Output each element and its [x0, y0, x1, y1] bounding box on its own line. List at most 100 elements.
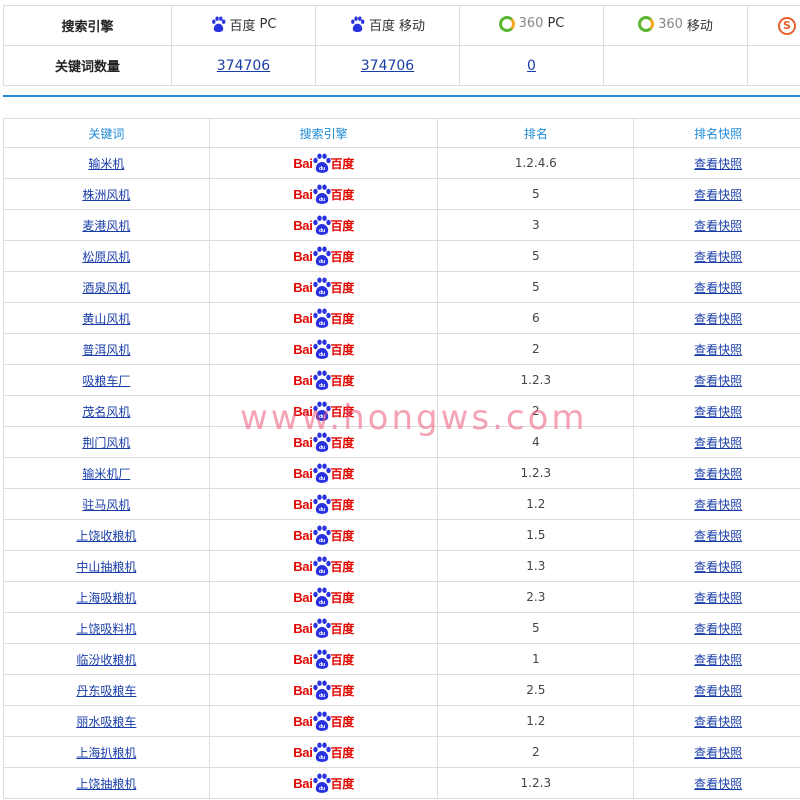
- snapshot-cell: 查看快照: [633, 581, 800, 613]
- keyword-link[interactable]: 普洱风机: [82, 343, 130, 357]
- table-row: 输米机 Bai du 百度 1.2.4.6 查看快照: [3, 147, 800, 179]
- view-snapshot-link[interactable]: 查看快照: [694, 777, 742, 791]
- snapshot-cell: 查看快照: [633, 333, 800, 365]
- keyword-link[interactable]: 输米机厂: [82, 467, 130, 481]
- table-row: 输米机厂 Bai du 百度 1.2.3 查看快照: [3, 457, 800, 489]
- rank-cell: 4: [437, 426, 635, 458]
- count-link[interactable]: 374706: [217, 58, 270, 74]
- engine-cell: Bai du 百度: [208, 426, 439, 458]
- baidu-logo-latin: Bai: [293, 713, 313, 729]
- baidu-paw-icon: du: [312, 401, 331, 421]
- baidu-logo-latin: Bai: [293, 651, 313, 667]
- rank-cell: 1.2.3: [437, 767, 635, 799]
- keyword-cell: 松原风机: [3, 240, 210, 272]
- section-divider: [3, 95, 800, 97]
- keyword-link[interactable]: 上饶吸料机: [76, 622, 136, 636]
- view-snapshot-link[interactable]: 查看快照: [694, 715, 742, 729]
- table-row: 株洲风机 Bai du 百度 5 查看快照: [3, 178, 800, 210]
- view-snapshot-link[interactable]: 查看快照: [694, 746, 742, 760]
- column-header-rank[interactable]: 排名: [437, 118, 635, 148]
- baidu-logo-cn: 百度: [330, 590, 355, 605]
- keyword-link[interactable]: 上海吸粮机: [76, 591, 136, 605]
- keyword-link[interactable]: 酒泉风机: [82, 281, 130, 295]
- keyword-link[interactable]: 株洲风机: [82, 188, 130, 202]
- view-snapshot-link[interactable]: 查看快照: [694, 343, 742, 357]
- view-snapshot-link[interactable]: 查看快照: [694, 374, 742, 388]
- view-snapshot-link[interactable]: 查看快照: [694, 529, 742, 543]
- keyword-link[interactable]: 上海扒粮机: [76, 746, 136, 760]
- baidu-logo-latin: Bai: [293, 558, 313, 574]
- view-snapshot-link[interactable]: 查看快照: [694, 188, 742, 202]
- column-header-snapshot[interactable]: 排名快照: [633, 118, 800, 148]
- keyword-link[interactable]: 上饶收粮机: [76, 529, 136, 543]
- keyword-link[interactable]: 中山抽粮机: [76, 560, 136, 574]
- view-snapshot-link[interactable]: 查看快照: [694, 622, 742, 636]
- view-snapshot-link[interactable]: 查看快照: [694, 405, 742, 419]
- rank-cell: 1.2.3: [437, 364, 635, 396]
- baidu-paw-text: du: [318, 414, 324, 420]
- snapshot-cell: 查看快照: [633, 612, 800, 644]
- keyword-link[interactable]: 丽水吸粮车: [76, 715, 136, 729]
- count-sogou: [747, 45, 800, 86]
- keyword-count-label: 关键词数量: [3, 45, 172, 86]
- baidu-logo-latin: Bai: [293, 310, 313, 326]
- engine-suffix: 移动: [686, 18, 713, 34]
- baidu-logo: Bai du 百度: [293, 215, 354, 235]
- keyword-link[interactable]: 输米机: [88, 157, 124, 171]
- baidu-logo-cn: 百度: [330, 311, 355, 326]
- keyword-cell: 黄山风机: [3, 302, 210, 334]
- baidu-logo-cn: 百度: [330, 342, 355, 357]
- column-header-engine[interactable]: 搜索引擎: [208, 118, 439, 148]
- keyword-link[interactable]: 麦港风机: [82, 219, 130, 233]
- baidu-logo-latin: Bai: [293, 403, 313, 419]
- 360-icon: [498, 15, 515, 32]
- view-snapshot-link[interactable]: 查看快照: [694, 684, 742, 698]
- baidu-paw-icon: du: [312, 432, 331, 452]
- count-baidu-pc: 374706: [171, 45, 316, 86]
- column-header-keyword[interactable]: 关键词: [3, 118, 210, 148]
- baidu-logo: Bai du 百度: [293, 246, 354, 266]
- baidu-logo-latin: Bai: [293, 775, 313, 791]
- table-row: 上饶抽粮机 Bai du 百度 1.2.3 查看快照: [3, 767, 800, 799]
- keyword-link[interactable]: 上饶抽粮机: [76, 777, 136, 791]
- view-snapshot-link[interactable]: 查看快照: [694, 219, 742, 233]
- keyword-link[interactable]: 临汾收粮机: [76, 653, 136, 667]
- baidu-logo-cn: 百度: [330, 404, 355, 419]
- view-snapshot-link[interactable]: 查看快照: [694, 467, 742, 481]
- keyword-link[interactable]: 荆门风机: [82, 436, 130, 450]
- keyword-link[interactable]: 驻马风机: [82, 498, 130, 512]
- baidu-logo-cn: 百度: [330, 745, 355, 760]
- engine-cell: Bai du 百度: [208, 457, 439, 489]
- view-snapshot-link[interactable]: 查看快照: [694, 653, 742, 667]
- count-link[interactable]: 0: [527, 58, 536, 74]
- view-snapshot-link[interactable]: 查看快照: [694, 250, 742, 264]
- view-snapshot-link[interactable]: 查看快照: [694, 312, 742, 326]
- keyword-link[interactable]: 吸粮车厂: [82, 374, 130, 388]
- view-snapshot-link[interactable]: 查看快照: [694, 436, 742, 450]
- view-snapshot-link[interactable]: 查看快照: [694, 498, 742, 512]
- view-snapshot-link[interactable]: 查看快照: [694, 281, 742, 295]
- table-row: 上饶收粮机 Bai du 百度 1.5 查看快照: [3, 519, 800, 551]
- baidu-paw-icon: du: [312, 215, 331, 235]
- baidu-logo: Bai du 百度: [293, 649, 354, 669]
- view-snapshot-link[interactable]: 查看快照: [694, 591, 742, 605]
- count-link[interactable]: 374706: [361, 58, 414, 74]
- view-snapshot-link[interactable]: 查看快照: [694, 560, 742, 574]
- snapshot-cell: 查看快照: [633, 364, 800, 396]
- keyword-link[interactable]: 茂名风机: [82, 405, 130, 419]
- rank-cell: 6: [437, 302, 635, 334]
- baidu-logo: Bai du 百度: [293, 339, 354, 359]
- baidu-paw-text: du: [318, 197, 324, 203]
- engine-cell: Bai du 百度: [208, 581, 439, 613]
- snapshot-cell: 查看快照: [633, 426, 800, 458]
- keyword-cell: 株洲风机: [3, 178, 210, 210]
- keyword-link[interactable]: 松原风机: [82, 250, 130, 264]
- keyword-link[interactable]: 黄山风机: [82, 312, 130, 326]
- keyword-link[interactable]: 丹东吸粮车: [76, 684, 136, 698]
- view-snapshot-link[interactable]: 查看快照: [694, 157, 742, 171]
- table-row: 上海吸粮机 Bai du 百度 2.3 查看快照: [3, 581, 800, 613]
- snapshot-cell: 查看快照: [633, 643, 800, 675]
- baidu-paw-icon: du: [312, 494, 331, 514]
- baidu-logo-cn: 百度: [330, 497, 355, 512]
- baidu-logo-latin: Bai: [293, 589, 313, 605]
